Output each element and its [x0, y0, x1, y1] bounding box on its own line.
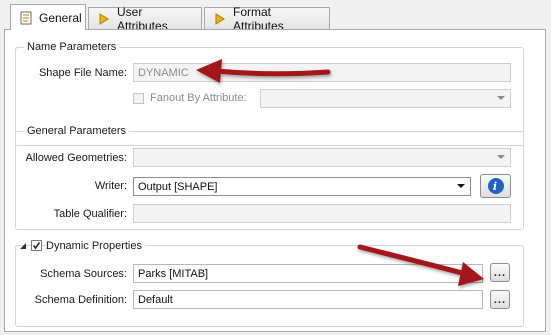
schema-definition-field[interactable]: Default	[133, 290, 483, 309]
dynamic-properties-title: Dynamic Properties	[46, 240, 145, 252]
schema-definition-label: Schema Definition:	[34, 294, 127, 306]
writer-label: Writer:	[94, 180, 127, 192]
writer-info-button[interactable]: i	[480, 174, 511, 198]
chevron-down-icon	[497, 155, 505, 159]
shape-file-name-value: DYNAMIC	[138, 66, 189, 79]
collapse-triangle-icon[interactable]	[19, 241, 27, 249]
dynamic-properties-checkbox[interactable]	[31, 240, 42, 251]
allowed-geometries-select[interactable]	[133, 148, 511, 167]
fanout-attribute-select[interactable]	[260, 89, 511, 108]
fanout-checkbox[interactable]	[133, 93, 144, 104]
schema-definition-browse-button[interactable]: ...	[490, 290, 510, 309]
shape-file-name-label: Shape File Name:	[38, 67, 127, 79]
parameters-icon	[19, 11, 33, 25]
schema-definition-value: Default	[138, 293, 173, 306]
browse-label: ...	[493, 293, 507, 306]
tab-general-label: General	[39, 10, 82, 25]
chevron-down-icon	[457, 184, 465, 188]
table-qualifier-field[interactable]	[133, 204, 511, 223]
schema-sources-browse-button[interactable]: ...	[490, 263, 510, 282]
checkmark-icon	[32, 242, 41, 250]
writer-select[interactable]: Output [SHAPE]	[133, 177, 471, 196]
diamond-icon	[213, 12, 227, 26]
schema-sources-field[interactable]: Parks [MITAB]	[133, 264, 483, 283]
browse-label: ...	[493, 266, 507, 279]
info-icon: i	[487, 178, 504, 194]
tab-general[interactable]: General	[10, 4, 86, 30]
chevron-down-icon	[497, 96, 505, 100]
table-qualifier-label: Table Qualifier:	[53, 208, 127, 220]
diamond-icon	[97, 12, 111, 26]
allowed-geometries-label: Allowed Geometries:	[25, 152, 128, 164]
tab-user-attributes[interactable]: User Attributes	[88, 5, 202, 33]
shape-file-name-field[interactable]: DYNAMIC	[133, 63, 511, 82]
dynamic-properties-group	[15, 245, 524, 327]
tab-format-attributes[interactable]: Format Attributes	[204, 5, 330, 33]
schema-sources-value: Parks [MITAB]	[138, 267, 209, 280]
name-parameters-title: Name Parameters	[24, 41, 120, 53]
fanout-label: Fanout By Attribute:	[150, 92, 247, 104]
general-tab-panel: Name Parameters Shape File Name: DYNAMIC…	[4, 29, 546, 332]
general-parameters-title: General Parameters	[24, 125, 130, 137]
schema-sources-label: Schema Sources:	[40, 268, 127, 280]
writer-value: Output [SHAPE]	[138, 180, 218, 193]
